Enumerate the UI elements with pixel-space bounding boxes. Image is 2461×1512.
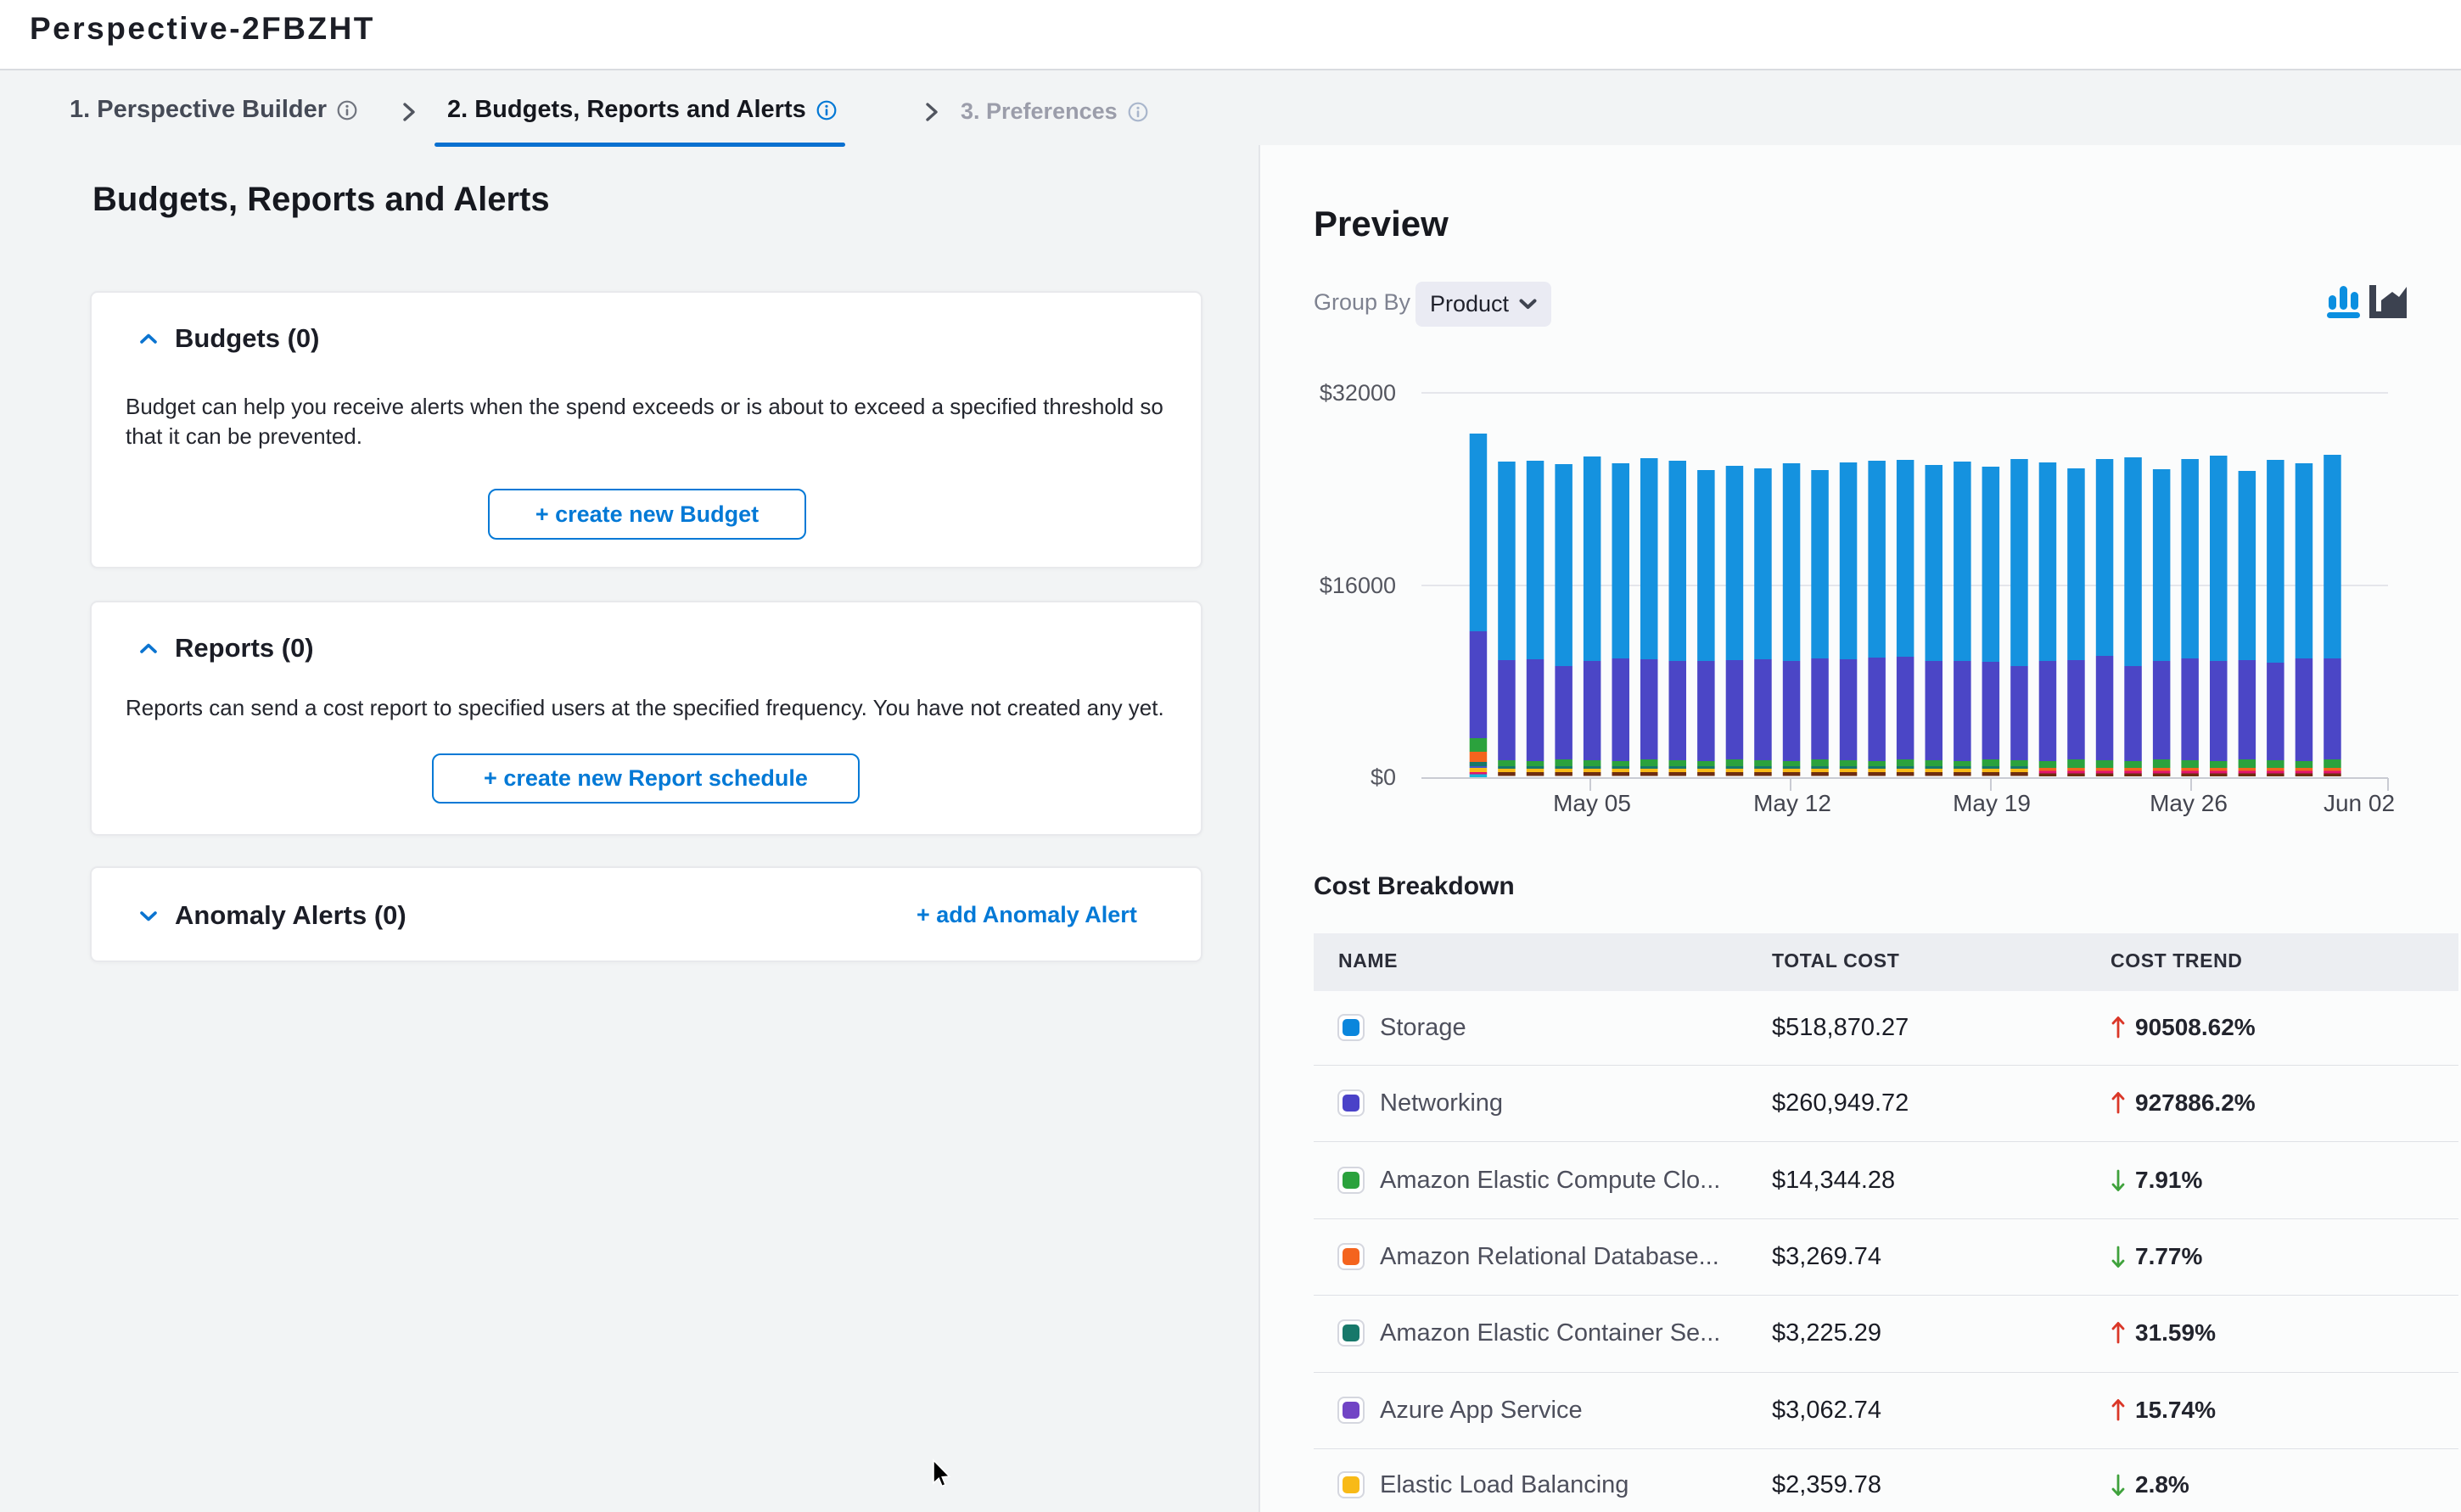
svg-text:Jun 02: Jun 02 [2324,790,2395,816]
svg-text:$0: $0 [1371,764,1396,790]
svg-text:May 19: May 19 [1953,790,2031,816]
svg-text:May 12: May 12 [1753,790,1831,816]
svg-text:May 05: May 05 [1553,790,1631,816]
svg-text:May 26: May 26 [2150,790,2228,816]
svg-text:$32000: $32000 [1320,380,1396,406]
svg-text:$16000: $16000 [1320,573,1396,598]
